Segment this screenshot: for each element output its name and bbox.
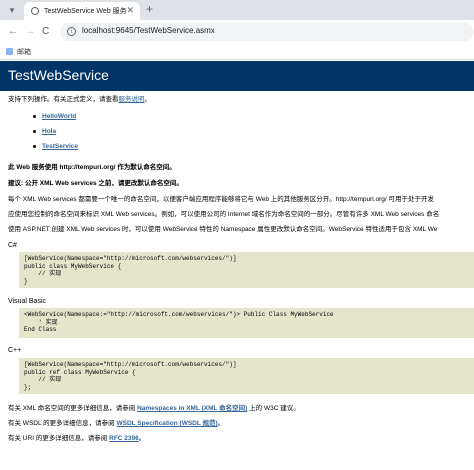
cpp-code-block: [WebService(Namespace="http://microsoft.… [19,358,474,394]
address-bar[interactable]: i localhost:9645/TestWebService.asmx [60,23,474,41]
forward-button[interactable]: → [25,25,35,39]
back-button[interactable]: ← [8,25,18,39]
operation-link-testservice[interactable]: TestService [32,142,78,151]
bookmark-icon [6,48,13,55]
new-tab-button[interactable]: + [146,3,153,15]
csharp-code-block: [WebService(Namespace="http://microsoft.… [19,252,474,288]
intro-prefix: 支持下列操作。有关正式定义，请查看 [8,96,119,103]
recommendation: 建议: 公开 XML Web services 之前，请更改默认命名空间。 [8,180,183,187]
wsdl-specification-link[interactable]: WSDL Specification (WSDL 规范) [116,420,217,427]
tab-title: TestWebService Web 服务 [44,8,127,15]
footer-text: 。 [217,420,225,427]
page-title: TestWebService [8,67,109,83]
paragraph-line: 每个 XML Web services 都需要一个唯一的命名空间，以便客户端应用… [8,196,435,203]
namespace-notice: 此 Web 服务使用 http://tempuri.org/ 作为默认命名空间。 [8,164,176,171]
rfc-2396-link[interactable]: RFC 2396 [109,435,139,442]
site-info-icon[interactable]: i [67,27,76,36]
operation-link-hola[interactable]: Hola [32,127,56,136]
vb-label: Visual Basic [8,298,47,305]
globe-icon [31,7,39,15]
paragraph-line: 使用 ASP.NET 创建 XML Web services 时，可以使用 We… [8,226,438,233]
intro-text: 支持下列操作。有关正式定义，请查看服务说明。 [8,95,151,104]
footer-text: 有关 URI 的更多详细信息，请参阅 [8,435,108,442]
browser-toolbar: ← → C i localhost:9645/TestWebService.as… [0,20,474,44]
namespaces-in-xml-link[interactable]: Namespaces in XML (XML 命名空间) [137,405,247,412]
wsdl-reference: 有关 WSDL 的更多详细信息，请参阅 WSDL Specification (… [8,419,224,428]
footer-text: 上的 W3C 建议。 [249,405,300,412]
intro-suffix: 。 [144,96,152,103]
vb-code-block: <WebService(Namespace:="http://microsoft… [19,308,474,338]
tab-strip: ▾ TestWebService Web 服务 ✕ + [0,0,474,20]
bookmarks-bar: 邮箱 [0,44,474,60]
uri-reference: 有关 URI 的更多详细信息，请参阅 RFC 2396。 [8,434,145,443]
xml-namespace-reference: 有关 XML 命名空间的更多详细信息，请参阅 Namespaces in XML… [8,404,300,413]
footer-text: 有关 XML 命名空间的更多详细信息，请参阅 [8,405,136,412]
address-url[interactable]: localhost:9645/TestWebService.asmx [82,26,215,35]
cpp-label: C++ [8,347,22,354]
footer-text: 有关 WSDL 的更多详细信息，请参阅 [8,420,115,427]
footer-text: 。 [138,435,146,442]
service-description-link[interactable]: 服务说明 [119,96,145,103]
browser-tab[interactable]: TestWebService Web 服务 ✕ [24,2,140,20]
operation-link-helloworld[interactable]: HelloWorld [32,112,76,121]
close-tab-icon[interactable]: ✕ [126,5,134,16]
paragraph-line: 应使用您控制的命名空间来标识 XML Web services。例如，可以使用公… [8,211,440,218]
csharp-label: C# [8,242,17,249]
reload-button[interactable]: C [42,25,49,39]
heading-bar: TestWebService [0,61,474,91]
tab-search-icon[interactable]: ▾ [6,4,18,16]
web-page: TestWebService 支持下列操作。有关正式定义，请查看服务说明。 He… [0,61,474,470]
bookmark-item[interactable]: 邮箱 [17,47,31,57]
